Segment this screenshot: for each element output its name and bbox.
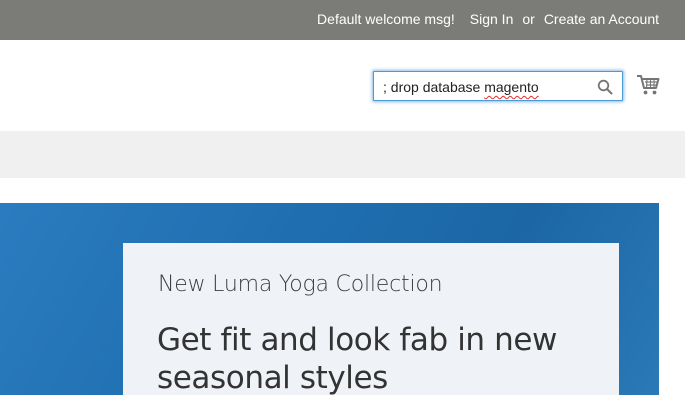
welcome-message: Default welcome msg! [317, 11, 455, 27]
hero-banner[interactable]: New Luma Yoga Collection Get fit and loo… [0, 203, 659, 395]
header-links: Default welcome msg! Sign In or Create a… [317, 11, 659, 27]
search-box: ; drop database magento [373, 71, 623, 101]
hero-subtitle: New Luma Yoga Collection [158, 272, 443, 297]
sign-in-link[interactable]: Sign In [470, 11, 514, 27]
create-account-link[interactable]: Create an Account [544, 11, 659, 27]
or-separator: or [522, 11, 535, 27]
search-input[interactable] [374, 72, 589, 100]
hero-title: Get fit and look fab in new seasonal sty… [157, 322, 557, 395]
cart-icon[interactable] [636, 73, 660, 97]
search-icon[interactable] [597, 79, 613, 95]
page-header: ; drop database magento [0, 40, 685, 131]
hero-card: New Luma Yoga Collection Get fit and loo… [123, 243, 619, 395]
navigation-bar [0, 131, 685, 178]
top-bar: Default welcome msg! Sign In or Create a… [0, 0, 685, 40]
